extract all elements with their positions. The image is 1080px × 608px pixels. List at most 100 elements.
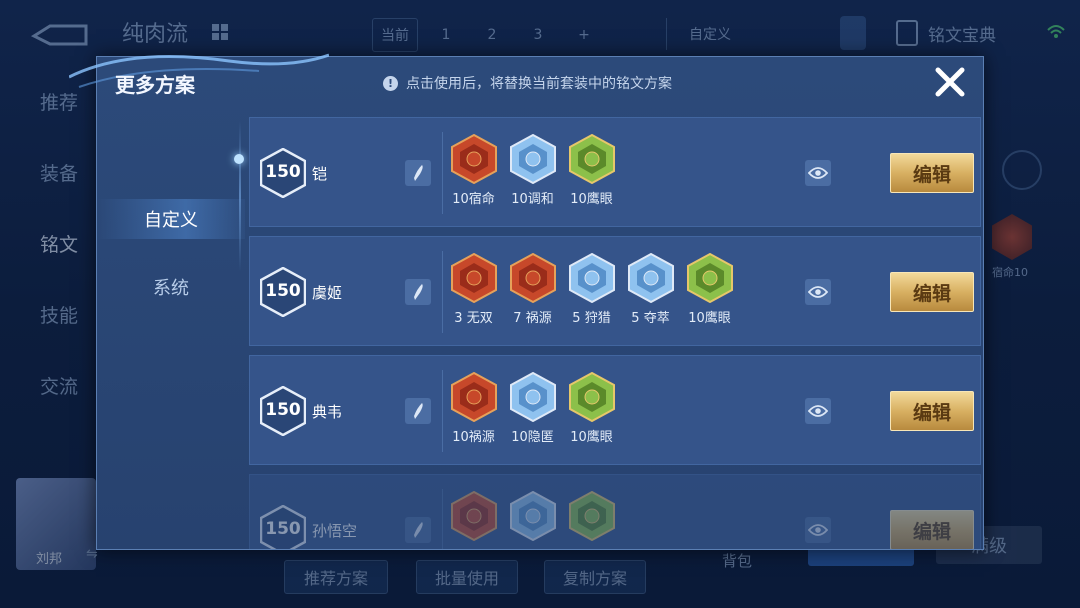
codex-icon [896,20,918,46]
hint-text: 点击使用后，将替换当前套装中的铭文方案 [406,76,672,92]
rune-item: 10隐匿 [509,372,556,445]
title-swoosh-decoration [69,53,329,88]
rune-red-icon [450,134,497,184]
level-number: 150 [265,400,301,420]
rune-set: 10祸源 10隐匿 10鹰眼 [450,372,615,445]
bg-tab-3[interactable]: 3 [520,18,556,52]
plan-list: 150 铠 10宿命 10调和 10鹰眼 编辑 150 虞姬 3 无双 7 祸源… [249,117,981,549]
edit-button[interactable]: 编辑 [890,510,974,549]
eye-icon [808,286,828,298]
rename-button[interactable] [405,279,431,305]
rune-set: 3 无双 7 祸源 5 狩猎 5 夺萃 10鹰眼 [450,253,733,326]
rune-label: 10调和 [511,192,554,207]
rune-label: 10鹰眼 [688,311,731,326]
wifi-icon [1047,25,1065,38]
bg-side-nav: 推荐 装备 铭文 技能 交流 [40,88,78,399]
rune-label: 10鹰眼 [570,192,613,207]
tab-custom[interactable]: 自定义 [97,199,245,239]
bg-custom-button[interactable]: 自定义 [666,18,745,50]
batch-use-button[interactable]: 批量使用 [416,560,518,594]
recommend-plan-button[interactable]: 推荐方案 [284,560,388,594]
side-rune-icon [992,214,1032,260]
rune-red-icon [450,253,497,303]
rune-item [509,491,556,545]
list-icon[interactable] [1002,150,1042,190]
rune-label: 3 无双 [454,311,493,326]
eye-icon [808,167,828,179]
rune-item: 10调和 [509,134,556,207]
plan-name: 典韦 [312,403,343,421]
plan-row[interactable]: 150 孙悟空 编辑 [249,474,981,549]
edit-button[interactable]: 编辑 [890,391,974,431]
bg-nav-equipment[interactable]: 装备 [40,159,78,186]
preview-button[interactable] [805,279,831,305]
rune-item [450,491,497,545]
rune-label: 5 夺萃 [631,311,670,326]
side-rune-label: 宿命10 [992,266,1028,279]
bg-tab-add[interactable]: + [566,18,602,52]
tab-system[interactable]: 系统 [97,267,245,307]
rune-item [568,491,615,545]
pen-icon [414,403,423,419]
copy-plan-button[interactable]: 复制方案 [544,560,646,594]
preview-button[interactable] [805,398,831,424]
dialog-hint: ! 点击使用后，将替换当前套装中的铭文方案 [383,73,672,93]
back-arrow-icon[interactable] [30,18,90,48]
bg-codex-button[interactable]: 铭文宝典 [896,20,996,46]
plan-name: 孙悟空 [312,522,358,540]
close-icon[interactable] [933,65,967,99]
rune-blue-icon [568,253,615,303]
rune-label: 10宿命 [452,192,495,207]
rune-item: 10宿命 [450,134,497,207]
bg-tab-1[interactable]: 1 [428,18,464,52]
edit-button[interactable]: 编辑 [890,153,974,193]
plan-name: 铠 [312,165,328,183]
rune-label: 10隐匿 [511,430,554,445]
rune-item: 10鹰眼 [568,134,615,207]
more-plans-dialog: 更多方案 ! 点击使用后，将替换当前套装中的铭文方案 自定义 系统 150 铠 [69,53,984,550]
grid-icon[interactable] [212,24,228,40]
active-tab-indicator [234,154,244,164]
bg-tab-current[interactable]: 当前 [372,18,418,52]
plan-row[interactable]: 150 铠 10宿命 10调和 10鹰眼 编辑 [249,117,981,227]
rune-item: 10鹰眼 [686,253,733,326]
rune-item: 7 祸源 [509,253,556,326]
plan-category-tabs: 自定义 系统 [97,115,245,535]
row-divider [442,489,443,549]
level-badge: 150 [260,267,306,317]
row-divider [442,132,443,214]
level-number: 150 [265,519,301,539]
rune-label: 7 祸源 [513,311,552,326]
level-number: 150 [265,281,301,301]
rename-button[interactable] [405,398,431,424]
rune-set: 10宿命 10调和 10鹰眼 [450,134,615,207]
bg-nav-recommend[interactable]: 推荐 [40,88,78,115]
rename-button[interactable] [405,160,431,186]
rune-set [450,491,615,545]
plan-row[interactable]: 150 典韦 10祸源 10隐匿 10鹰眼 编辑 [249,355,981,465]
bag-label[interactable]: 背包 [722,550,752,571]
bg-tab-2[interactable]: 2 [474,18,510,52]
rune-label: 5 狩猎 [572,311,611,326]
rune-blue-icon [509,372,556,422]
rename-button[interactable] [405,517,431,543]
bg-nav-skills[interactable]: 技能 [40,301,78,328]
level-badge: 150 [260,386,306,436]
rune-green-icon [568,372,615,422]
bg-nav-chat[interactable]: 交流 [40,372,78,399]
book-icon[interactable] [840,16,866,50]
preview-button[interactable] [805,517,831,543]
rune-blue-icon [509,134,556,184]
eye-icon [808,524,828,536]
rune-red-icon [509,253,556,303]
pen-icon [414,165,423,181]
edit-button[interactable]: 编辑 [890,272,974,312]
preview-button[interactable] [805,160,831,186]
rune-red-icon [450,491,497,541]
hero-name-label: 刘邦 [36,552,63,567]
bg-nav-runes[interactable]: 铭文 [40,230,78,257]
plan-row[interactable]: 150 虞姬 3 无双 7 祸源 5 狩猎 5 夺萃 10鹰眼 编辑 [249,236,981,346]
rune-item: 5 狩猎 [568,253,615,326]
rune-item: 10祸源 [450,372,497,445]
tab-divider [239,121,241,271]
